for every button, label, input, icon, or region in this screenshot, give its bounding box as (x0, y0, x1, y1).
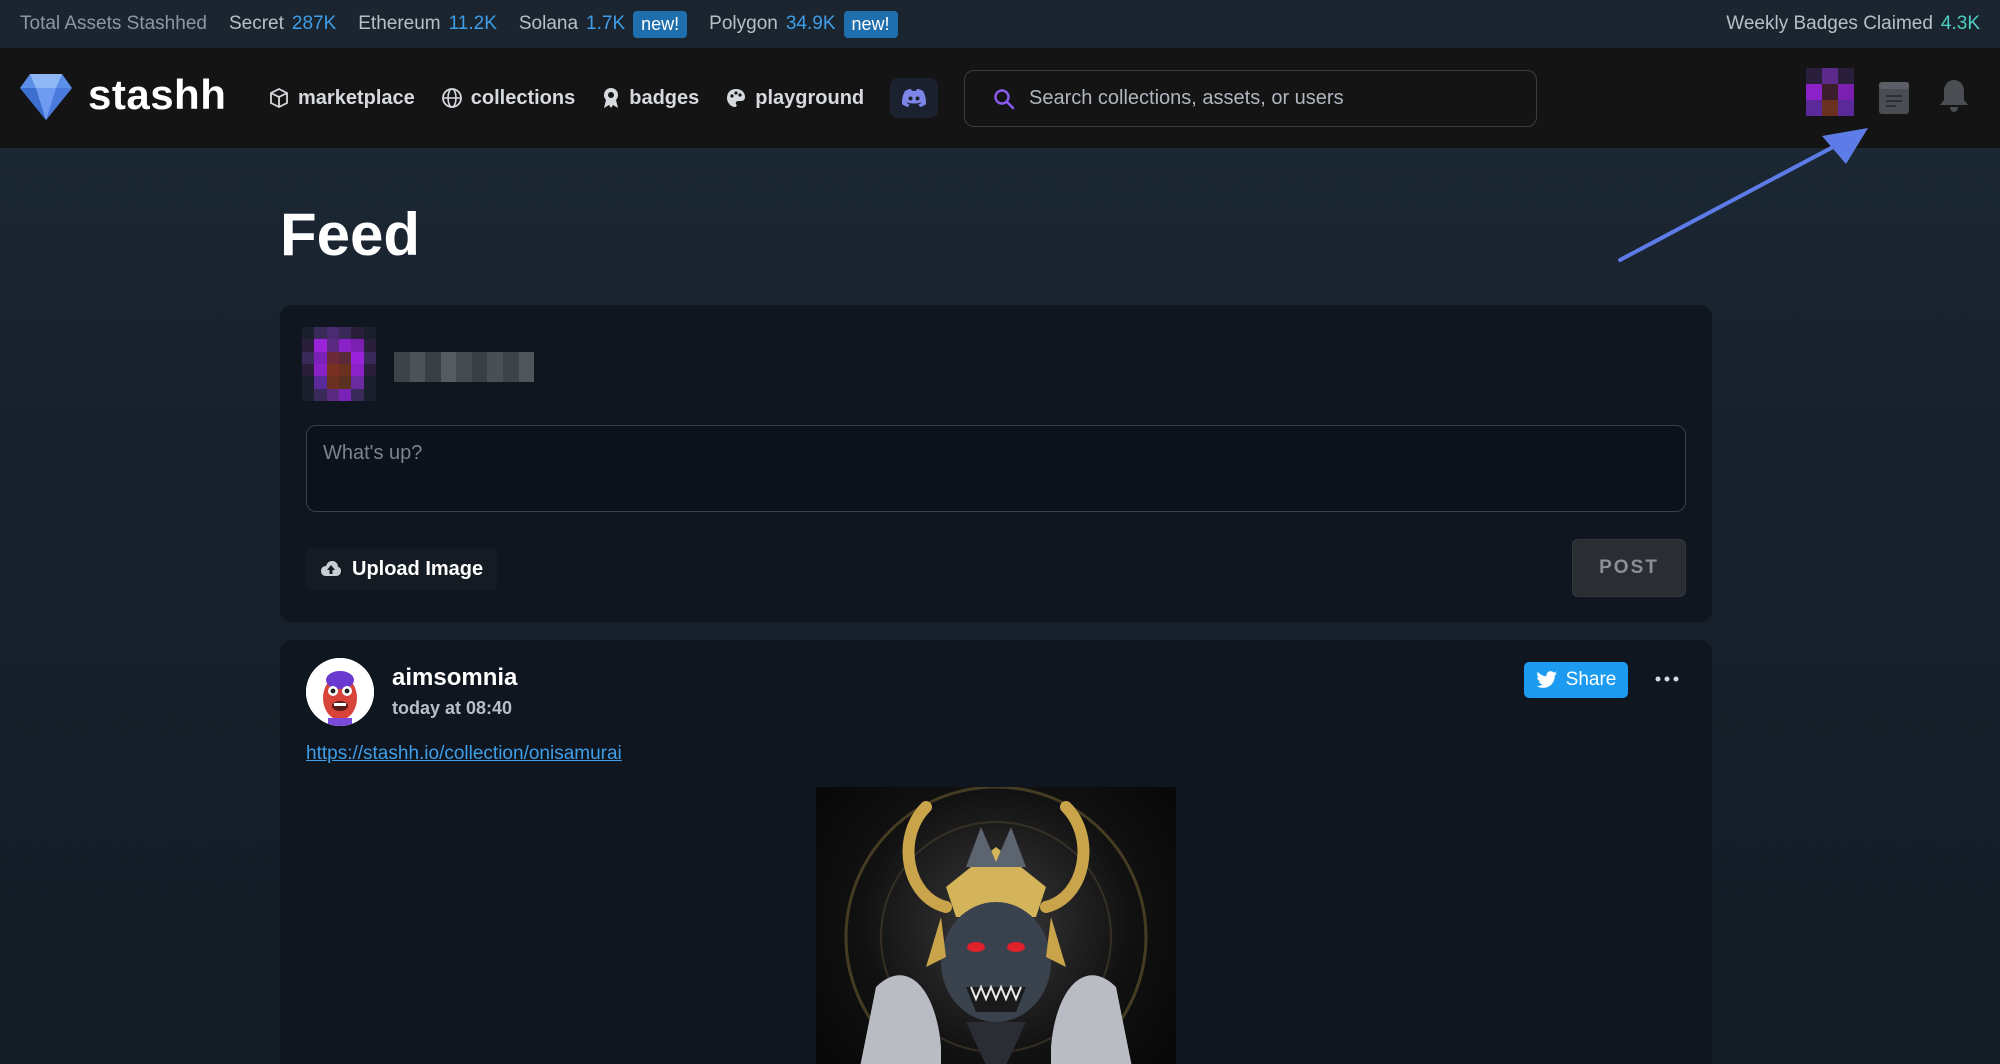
ticker-label: Solana (518, 13, 579, 34)
search-input[interactable] (1029, 87, 1489, 110)
post-author-avatar[interactable] (306, 658, 374, 726)
nav-label: collections (470, 86, 576, 109)
ticker-label: Polygon (709, 13, 778, 34)
post-image[interactable] (816, 787, 1176, 1064)
search-bar[interactable] (964, 70, 1537, 127)
discord-icon (902, 89, 927, 107)
ticker-label: Ethereum (358, 13, 441, 34)
wallet-icon[interactable] (1878, 81, 1910, 115)
brand-logo[interactable]: stashh (20, 70, 226, 120)
share-label: Share (1565, 669, 1617, 690)
user-avatar[interactable] (1806, 68, 1854, 116)
page-title: Feed (280, 201, 421, 268)
ticker-value: 287K (291, 13, 337, 34)
twitter-icon (1536, 671, 1557, 688)
weekly-badges-value: 4.3K (1940, 13, 1980, 34)
globe-icon (441, 88, 462, 108)
weekly-badges-label: Weekly Badges Claimed (1726, 13, 1933, 34)
cube-icon (270, 87, 288, 109)
ticker-label: Secret (228, 13, 284, 34)
nav-badges[interactable]: badges (601, 87, 699, 110)
composer-avatar (302, 327, 376, 401)
oni-samurai-artwork (844, 787, 1148, 1064)
search-icon (994, 88, 1015, 109)
new-badge: new! (633, 10, 688, 38)
ticker-item-solana: Solana 1.7K new! (518, 10, 688, 38)
post-timestamp: today at 08:40 (392, 698, 513, 718)
ticker-item-ethereum: Ethereum 11.2K (358, 13, 497, 35)
more-options-button[interactable] (1650, 662, 1684, 696)
upload-image-label: Upload Image (352, 557, 484, 580)
twitter-share-button[interactable]: Share (1524, 662, 1628, 698)
nav-playground[interactable]: playground (725, 87, 864, 110)
post-button[interactable]: POST (1572, 539, 1686, 597)
nav-label: playground (755, 86, 865, 109)
nav-collections[interactable]: collections (441, 87, 575, 110)
post-composer: Upload Image POST (280, 305, 1712, 622)
ticker-item-polygon: Polygon 34.9K new! (709, 10, 898, 38)
cartoon-face-avatar (306, 658, 374, 726)
total-assets-text: Total Assets Stashhed (20, 13, 207, 34)
award-icon (604, 88, 619, 108)
post-link[interactable]: https://stashh.io/collection/onisamurai (306, 743, 622, 765)
nav-label: badges (629, 86, 700, 109)
diamond-logo-icon (20, 74, 72, 120)
annotation-arrow (1618, 128, 1868, 262)
post-author-name[interactable]: aimsomnia (392, 664, 517, 692)
brand-name: stashh (88, 71, 227, 118)
nav-marketplace[interactable]: marketplace (268, 87, 415, 110)
total-assets-label: Total Assets Stashhed (20, 13, 207, 35)
weekly-badges: Weekly Badges Claimed 4.3K (1726, 13, 1980, 35)
ticker-value: 11.2K (448, 13, 497, 34)
discord-button[interactable] (890, 78, 939, 118)
ticker-item-secret: Secret 287K (229, 13, 336, 35)
upload-image-button[interactable]: Upload Image (306, 548, 498, 590)
composer-username-redacted (394, 352, 535, 382)
feed-post: aimsomnia today at 08:40 Share https://s… (280, 640, 1712, 1064)
bell-icon[interactable] (1938, 78, 1970, 114)
post-text-input[interactable] (306, 425, 1686, 512)
ellipsis-icon (1655, 676, 1679, 682)
ticker-value: 1.7K (586, 13, 626, 34)
stats-ticker: Total Assets Stashhed Secret 287K Ethere… (0, 0, 2000, 48)
palette-icon (727, 89, 746, 107)
new-badge: new! (843, 10, 898, 38)
nav-label: marketplace (298, 86, 415, 109)
cloud-upload-icon (321, 561, 341, 576)
ticker-value: 34.9K (785, 13, 836, 34)
main-nav: marketplace collections badges playgroun… (268, 48, 939, 148)
